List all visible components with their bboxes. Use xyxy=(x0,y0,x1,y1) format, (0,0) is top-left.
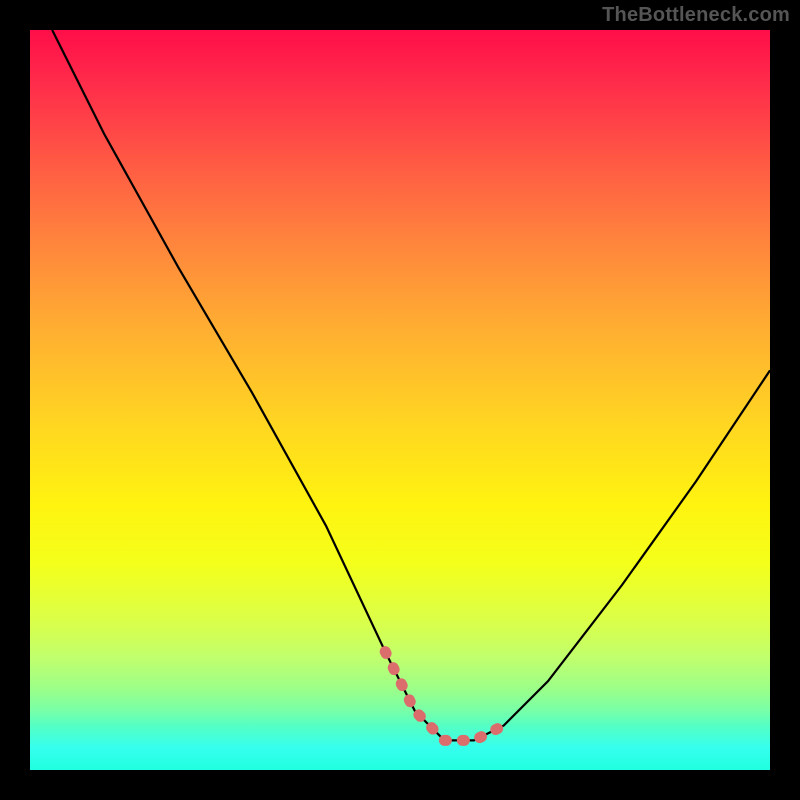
chart-root: TheBottleneck.com xyxy=(0,0,800,800)
plot-area xyxy=(30,30,770,770)
chart-svg xyxy=(30,30,770,770)
optimal-range-line xyxy=(385,652,503,741)
curve-line xyxy=(52,30,770,740)
watermark: TheBottleneck.com xyxy=(602,4,790,27)
